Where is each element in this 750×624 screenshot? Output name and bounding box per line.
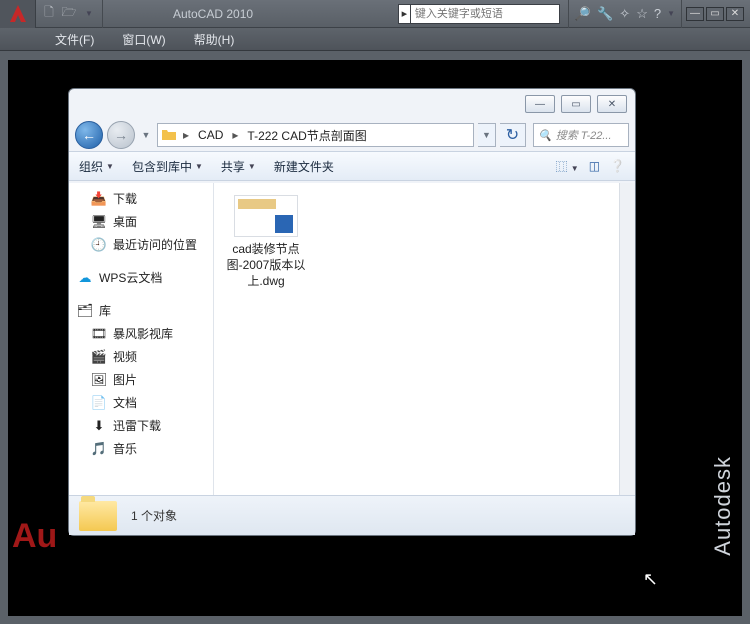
help-icon[interactable]: ? (654, 6, 661, 21)
video-lib-icon: 🎞 (91, 326, 107, 342)
sidebar-item-baofeng[interactable]: 🎞暴风影视库 (69, 322, 213, 345)
address-bar[interactable]: ▸ CAD ▸ T-222 CAD节点剖面图 (157, 123, 474, 147)
desktop-icon: 🖥 (91, 214, 107, 230)
breadcrumb-seg-cad[interactable]: CAD (192, 124, 229, 146)
mouse-cursor-icon: ↖ (643, 569, 658, 590)
sidebar-item-recent[interactable]: 🕘最近访问的位置 (69, 233, 213, 256)
chevron-right-icon[interactable]: ▸ (229, 128, 241, 142)
explorer-search-input[interactable]: 🔍 搜索 T-22... (533, 123, 629, 147)
explorer-maximize-button[interactable]: ▭ (561, 95, 591, 113)
search-placeholder-text: 搜索 T-22... (556, 127, 612, 143)
documents-icon: 📄 (91, 395, 107, 411)
search-icon: 🔍 (538, 129, 552, 142)
file-open-dialog: — ▭ ✕ ← → ▼ ▸ CAD ▸ T-222 CAD节点剖面图 ▼ ↻ 🔍… (68, 88, 636, 536)
folder-icon (158, 124, 180, 146)
maximize-button[interactable]: ▭ (706, 7, 724, 21)
explorer-statusbar: 1 个对象 (69, 495, 635, 535)
dwg-thumbnail-icon (234, 195, 298, 237)
explorer-file-pane[interactable]: cad装修节点图-2007版本以上.dwg (214, 183, 619, 495)
quick-access-toolbar: 🗋 🗁 ▼ (36, 0, 103, 28)
nav-history-dropdown[interactable]: ▼ (139, 122, 153, 148)
infocenter-buttons: 🔎 🔧 ✧ ☆ ? ▼ (568, 0, 682, 28)
pictures-icon: 🖼 (91, 372, 107, 388)
recent-icon: 🕘 (91, 237, 107, 253)
sidebar-item-pictures[interactable]: 🖼图片 (69, 368, 213, 391)
menu-window[interactable]: 窗口(W) (122, 31, 165, 48)
autocad-titlebar: 🗋 🗁 ▼ AutoCAD 2010 ▸ 🔎 🔧 ✧ ☆ ? ▼ — ▭ ✕ (0, 0, 750, 28)
explorer-navbar: ← → ▼ ▸ CAD ▸ T-222 CAD节点剖面图 ▼ ↻ 🔍 搜索 T-… (69, 119, 635, 151)
preview-pane-icon[interactable]: ◫ (589, 159, 600, 173)
status-folder-icon (79, 501, 117, 531)
sidebar-item-libraries[interactable]: 🗂库 (69, 299, 213, 322)
view-options-icon[interactable]: ⿲ ▼ (555, 158, 578, 175)
sidebar-scrollbar[interactable] (619, 183, 635, 495)
app-title: AutoCAD 2010 (173, 7, 253, 21)
explorer-minimize-button[interactable]: — (525, 95, 555, 113)
libraries-icon: 🗂 (77, 303, 93, 319)
sidebar-item-downloads[interactable]: 📥下载 (69, 187, 213, 210)
new-icon[interactable]: 🗋 (40, 5, 58, 23)
key-icon[interactable]: 🔧 (597, 6, 613, 22)
explorer-titlebar[interactable]: — ▭ ✕ (69, 89, 635, 119)
toolbar-help-icon[interactable]: ❔ (610, 159, 625, 173)
infocenter-search-input[interactable] (410, 4, 560, 24)
address-dropdown[interactable]: ▼ (478, 123, 496, 147)
sidebar-item-documents[interactable]: 📄文档 (69, 391, 213, 414)
toolbar-organize[interactable]: 组织▼ (79, 158, 114, 175)
comm-icon[interactable]: ✧ (619, 6, 630, 22)
sidebar-item-xunlei[interactable]: ⬇迅雷下载 (69, 414, 213, 437)
sidebar-item-videos[interactable]: 🎬视频 (69, 345, 213, 368)
search-caret-icon[interactable]: ▸ (398, 4, 410, 24)
explorer-sidebar: 📥下载 🖥桌面 🕘最近访问的位置 ☁WPS云文档 🗂库 🎞暴风影视库 🎬视频 🖼… (69, 183, 214, 495)
autodesk-watermark: Autodesk (710, 456, 736, 556)
xunlei-icon: ⬇ (91, 418, 107, 434)
menu-file[interactable]: 文件(F) (55, 31, 94, 48)
file-name-label: cad装修节点图-2007版本以上.dwg (226, 241, 306, 290)
explorer-body: 📥下载 🖥桌面 🕘最近访问的位置 ☁WPS云文档 🗂库 🎞暴风影视库 🎬视频 🖼… (69, 183, 635, 495)
autodesk-corner-logo: Au (12, 517, 57, 556)
help-dropdown-icon[interactable]: ▼ (667, 9, 675, 18)
window-controls: — ▭ ✕ (686, 7, 750, 21)
music-icon: 🎵 (91, 441, 107, 457)
infocenter-search: ▸ (398, 4, 560, 24)
nav-forward-button[interactable]: → (107, 121, 135, 149)
cloud-icon: ☁ (77, 270, 93, 286)
binoculars-icon[interactable]: 🔎 (575, 6, 591, 22)
refresh-button[interactable]: ↻ (500, 123, 526, 147)
menu-help[interactable]: 帮助(H) (194, 31, 235, 48)
toolbar-share[interactable]: 共享▼ (221, 158, 256, 175)
autocad-menubar: 文件(F) 窗口(W) 帮助(H) (0, 28, 750, 51)
nav-back-button[interactable]: ← (75, 121, 103, 149)
explorer-close-button[interactable]: ✕ (597, 95, 627, 113)
file-item-dwg[interactable]: cad装修节点图-2007版本以上.dwg (226, 195, 306, 290)
sidebar-item-music[interactable]: 🎵音乐 (69, 437, 213, 460)
sidebar-item-desktop[interactable]: 🖥桌面 (69, 210, 213, 233)
status-text: 1 个对象 (131, 507, 177, 524)
downloads-icon: 📥 (91, 191, 107, 207)
toolbar-include-in-library[interactable]: 包含到库中▼ (132, 158, 203, 175)
explorer-toolbar: 组织▼ 包含到库中▼ 共享▼ 新建文件夹 ⿲ ▼ ◫ ❔ (69, 151, 635, 181)
video-icon: 🎬 (91, 349, 107, 365)
chevron-right-icon[interactable]: ▸ (180, 128, 192, 142)
favorite-icon[interactable]: ☆ (636, 6, 648, 22)
qat-dropdown-icon[interactable]: ▼ (80, 5, 98, 23)
toolbar-new-folder[interactable]: 新建文件夹 (274, 158, 334, 175)
close-button[interactable]: ✕ (726, 7, 744, 21)
autocad-app-menu[interactable] (0, 0, 36, 28)
open-icon[interactable]: 🗁 (60, 5, 78, 23)
minimize-button[interactable]: — (686, 7, 704, 21)
sidebar-item-wps[interactable]: ☁WPS云文档 (69, 266, 213, 289)
breadcrumb-seg-current[interactable]: T-222 CAD节点剖面图 (241, 124, 372, 146)
